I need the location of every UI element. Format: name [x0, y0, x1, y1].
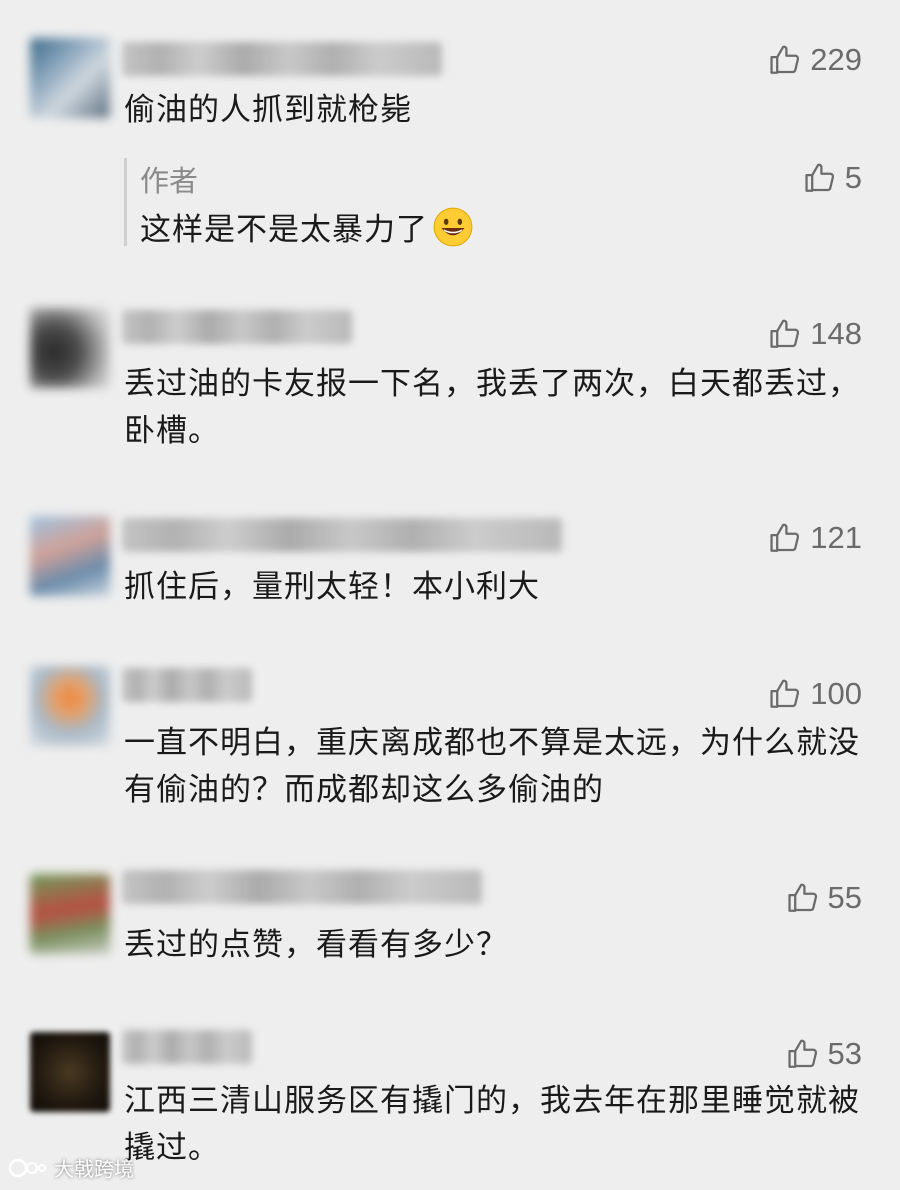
- username-blurred[interactable]: [122, 42, 442, 76]
- username-blurred[interactable]: [122, 870, 482, 904]
- thumbs-up-icon: [787, 883, 817, 912]
- username-blurred[interactable]: [122, 518, 562, 552]
- thumbs-up-icon: [770, 45, 800, 74]
- watermark-text: 大戟跨境: [54, 1157, 134, 1181]
- watermark: 大戟跨境: [8, 1153, 134, 1182]
- username-blurred[interactable]: [122, 310, 352, 344]
- reply-like-button[interactable]: 5: [803, 160, 862, 196]
- comment-text: 江西三清山服务区有撬门的，我去年在那里睡觉就被撬过。: [124, 1083, 860, 1166]
- avatar[interactable]: [30, 38, 110, 118]
- comment-text: 抓住后，量刑太轻！本小利大: [124, 569, 540, 605]
- reply-author-label: 作者: [140, 164, 199, 198]
- like-count: 53: [827, 1036, 862, 1071]
- like-button[interactable]: 100: [768, 676, 862, 712]
- like-count: 5: [844, 160, 862, 195]
- watermark-logo-icon: [8, 1158, 46, 1177]
- like-count: 100: [810, 676, 862, 711]
- like-count: 229: [810, 42, 862, 77]
- like-count: 55: [827, 880, 862, 915]
- thumbs-up-icon: [770, 679, 800, 708]
- reply-text-row: 这样是不是太暴力了: [140, 204, 474, 249]
- like-button[interactable]: 148: [768, 316, 862, 352]
- username-blurred[interactable]: [122, 668, 252, 702]
- like-count: 148: [810, 316, 862, 351]
- comment-text: 偷油的人抓到就枪毙: [124, 92, 412, 128]
- comment-text: 丢过的点赞，看看有多少？: [124, 927, 508, 963]
- like-button[interactable]: 121: [768, 520, 862, 556]
- thumbs-up-icon: [787, 1039, 817, 1068]
- comment-text: 一直不明白，重庆离成都也不算是太远，为什么就没有偷油的？而成都却这么多偷油的: [124, 725, 860, 808]
- avatar[interactable]: [30, 666, 110, 746]
- avatar[interactable]: [30, 874, 110, 954]
- avatar[interactable]: [30, 308, 110, 388]
- like-button[interactable]: 53: [786, 1036, 862, 1072]
- thumbs-up-icon: [770, 523, 800, 552]
- thumbs-up-icon: [770, 319, 800, 348]
- username-blurred[interactable]: [122, 1030, 252, 1064]
- like-button[interactable]: 229: [768, 42, 862, 78]
- comment-text: 丢过油的卡友报一下名，我丢了两次，白天都丢过，卧槽。: [124, 366, 860, 449]
- reply-text: 这样是不是太暴力了: [140, 212, 428, 248]
- like-count: 121: [810, 520, 862, 555]
- reply-divider: [124, 158, 127, 246]
- thumbs-up-icon: [805, 163, 834, 192]
- avatar[interactable]: [30, 1032, 110, 1112]
- avatar[interactable]: [30, 516, 110, 596]
- like-button[interactable]: 55: [786, 880, 862, 916]
- grinning-face-icon: [433, 207, 473, 246]
